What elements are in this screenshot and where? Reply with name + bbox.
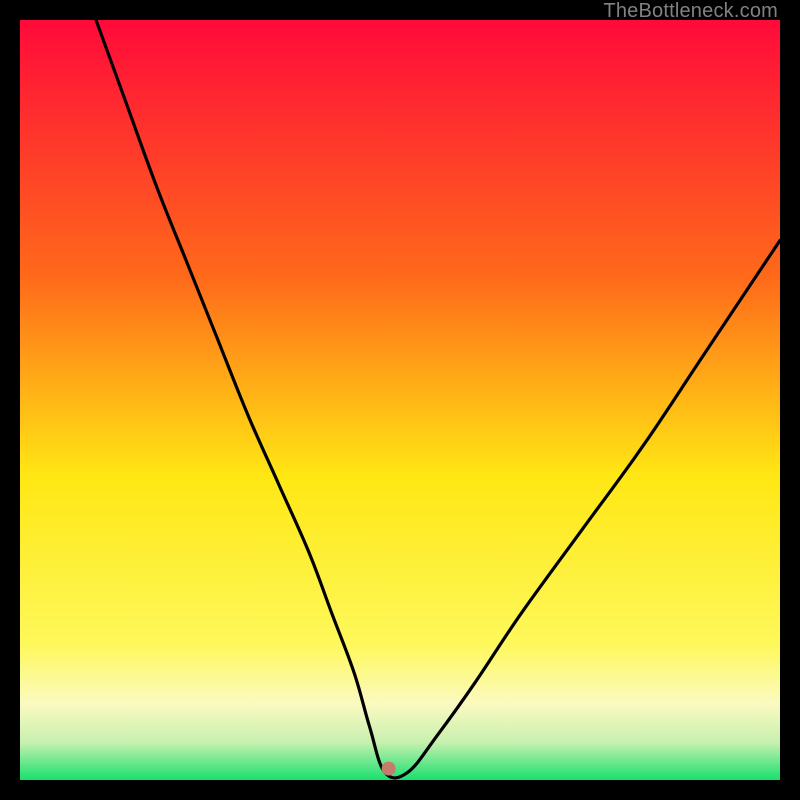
optimal-point-marker <box>382 762 396 776</box>
watermark-text: TheBottleneck.com <box>603 0 778 23</box>
bottleneck-curve <box>20 20 780 780</box>
chart-frame <box>20 20 780 780</box>
